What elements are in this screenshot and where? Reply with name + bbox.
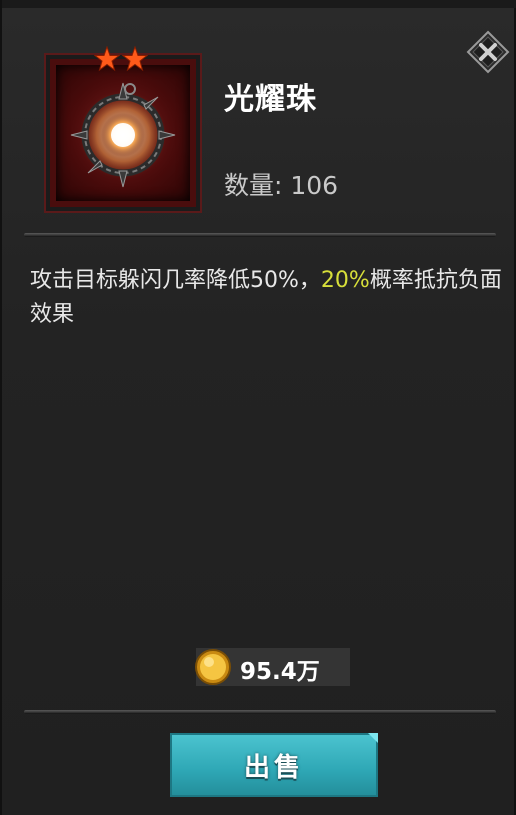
item-detail-panel: 光耀珠 数量: 106 攻击目标躲闪几率降低50%，20%概率抵抗负面效果 95… [0, 0, 516, 815]
sell-price: 95.4万 [240, 659, 320, 685]
button-corner-accent [368, 733, 378, 743]
glory-orb-icon [70, 82, 176, 188]
description-highlight: 20% [320, 268, 370, 293]
star-icon [94, 46, 120, 72]
star-icon [122, 46, 148, 72]
item-quantity: 数量: 106 [224, 171, 339, 200]
divider-bottom [24, 710, 496, 714]
gold-coin-icon [194, 648, 232, 686]
item-name: 光耀珠 [224, 82, 317, 117]
description-text: 攻击目标躲闪几率降低50%， [30, 268, 321, 293]
item-icon-background [56, 65, 190, 201]
sell-button[interactable]: 出售 [170, 733, 378, 797]
sell-button-label: 出售 [243, 752, 304, 783]
divider-top [24, 233, 496, 237]
panel-top-edge [2, 0, 516, 8]
close-icon [466, 30, 510, 74]
rarity-stars [94, 46, 148, 72]
item-description: 攻击目标躲闪几率降低50%，20%概率抵抗负面效果 [30, 264, 502, 332]
item-icon-frame [44, 53, 202, 213]
close-button[interactable] [466, 30, 510, 74]
